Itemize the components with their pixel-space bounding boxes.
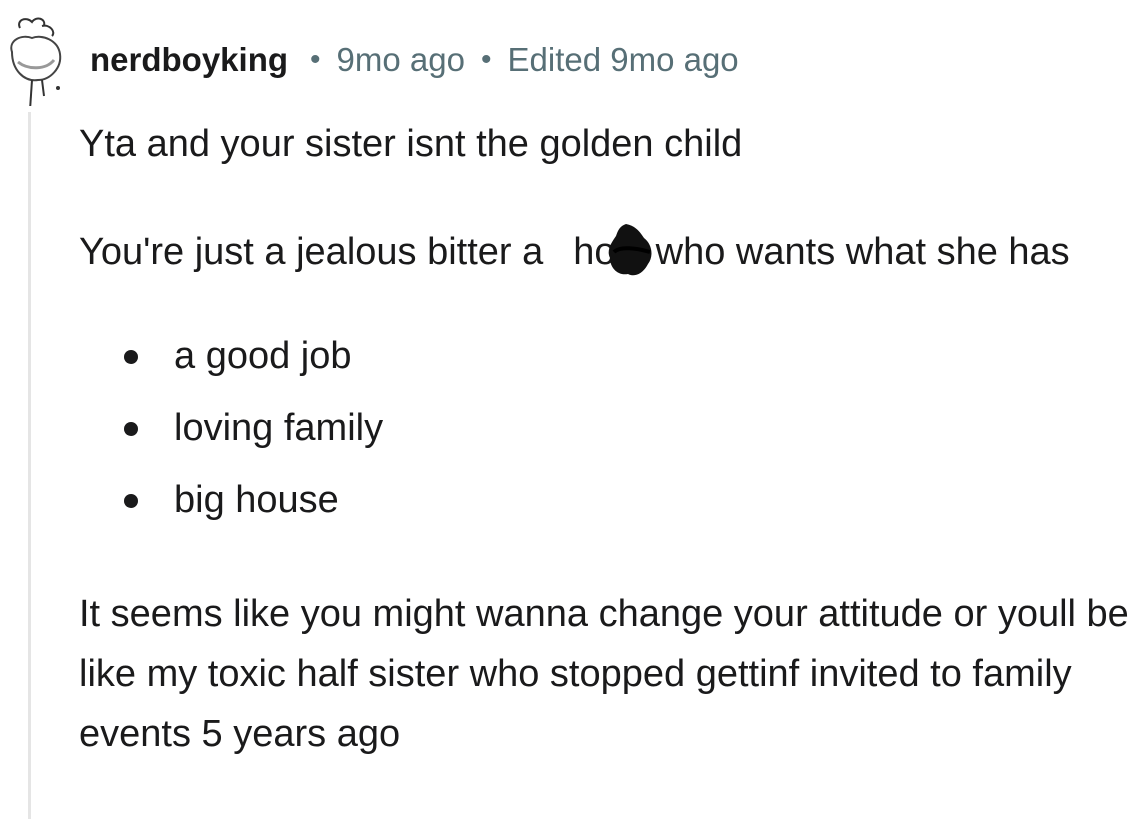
comment-body: Yta and your sister isnt the golden chil… bbox=[79, 114, 1129, 764]
thread-line[interactable] bbox=[28, 112, 31, 819]
list-item: a good job bbox=[79, 320, 1129, 392]
separator-dot: • bbox=[480, 43, 492, 76]
bullet-list: a good job loving family big house bbox=[79, 320, 1129, 536]
comment-paragraph: You're just a jealous bitter a hole who w… bbox=[79, 222, 1129, 282]
bullet-icon bbox=[124, 350, 138, 364]
list-item-text: loving family bbox=[174, 407, 384, 449]
paragraph-text: You're just a jealous bitter a bbox=[79, 231, 544, 273]
separator-dot: • bbox=[310, 43, 321, 76]
edited-label: Edited 9mo ago bbox=[507, 41, 739, 78]
bullet-icon bbox=[124, 422, 138, 436]
list-item-text: big house bbox=[174, 479, 339, 521]
user-avatar-icon[interactable] bbox=[2, 10, 66, 106]
comment-paragraph: It seems like you might wanna change you… bbox=[79, 593, 1129, 755]
list-item: big house bbox=[79, 464, 1129, 536]
list-item: loving family bbox=[79, 392, 1129, 464]
censor-scribble-icon bbox=[608, 224, 652, 276]
comment-paragraph: Yta and your sister isnt the golden chil… bbox=[79, 123, 743, 165]
comment: nerdboyking • 9mo ago • Edited 9mo ago Y… bbox=[0, 0, 1132, 819]
bullet-icon bbox=[124, 494, 138, 508]
comment-meta: nerdboyking • 9mo ago • Edited 9mo ago bbox=[90, 38, 739, 82]
list-item-text: a good job bbox=[174, 335, 352, 377]
username-link[interactable]: nerdboyking bbox=[90, 41, 288, 79]
posted-time[interactable]: 9mo ago bbox=[337, 41, 465, 79]
